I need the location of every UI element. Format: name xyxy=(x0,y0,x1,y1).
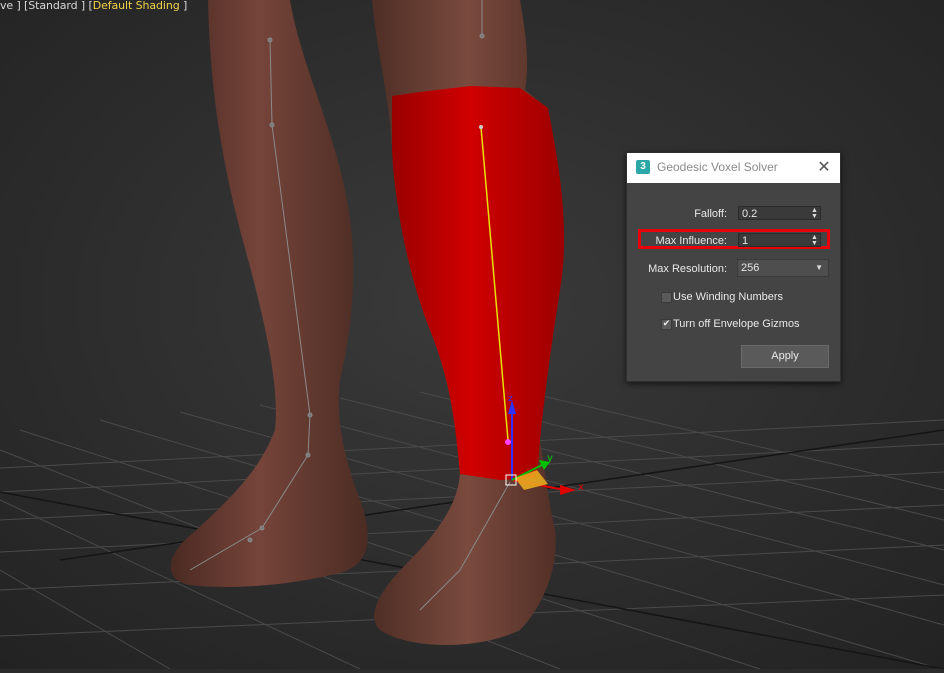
max-resolution-value: 256 xyxy=(741,262,760,274)
dialog-title: Geodesic Voxel Solver xyxy=(657,160,778,174)
gizmo-x-label: x xyxy=(578,482,584,493)
use-winding-numbers-checkbox[interactable] xyxy=(661,292,672,303)
falloff-value[interactable]: 0.2 xyxy=(742,208,757,220)
max-resolution-label: Max Resolution: xyxy=(648,263,727,275)
close-icon[interactable]: ✕ xyxy=(816,159,832,175)
viewport-renderer-menu[interactable]: Standard xyxy=(28,0,77,12)
viewport-label: ve ] [Standard ] [Default Shading ] xyxy=(0,0,187,14)
viewport-menu-prefix[interactable]: ve ] [ xyxy=(0,0,28,12)
turn-off-envelope-gizmos-label[interactable]: Turn off Envelope Gizmos xyxy=(673,318,800,330)
apply-button[interactable]: Apply xyxy=(741,345,829,368)
spinner-arrows-icon[interactable]: ▲ ▼ xyxy=(811,234,818,247)
max-influence-label: Max Influence: xyxy=(655,235,727,247)
falloff-spinner[interactable]: 0.2 ▲ ▼ xyxy=(738,206,821,220)
max-influence-value[interactable]: 1 xyxy=(742,235,748,247)
max-influence-spinner[interactable]: 1 ▲ ▼ xyxy=(738,233,821,247)
spinner-arrows-icon[interactable]: ▲ ▼ xyxy=(811,207,818,220)
geodesic-voxel-solver-dialog: 3 Geodesic Voxel Solver ✕ Falloff: 0.2 ▲… xyxy=(626,152,841,382)
dialog-titlebar[interactable]: 3 Geodesic Voxel Solver ✕ xyxy=(627,153,840,183)
gizmo-z-label: z xyxy=(508,394,513,404)
max-resolution-dropdown[interactable]: 256 ▼ xyxy=(737,259,829,277)
falloff-label: Falloff: xyxy=(694,208,727,220)
viewport-label-separator: ] [ xyxy=(77,0,93,12)
chevron-down-icon: ▼ xyxy=(815,263,823,272)
use-winding-numbers-label[interactable]: Use Winding Numbers xyxy=(673,291,783,303)
viewport-shading-menu[interactable]: Default Shading xyxy=(93,0,180,12)
turn-off-envelope-gizmos-checkbox[interactable]: ✔ xyxy=(661,319,672,330)
gizmo-y-label: y xyxy=(547,453,553,464)
viewport-label-suffix: ] xyxy=(179,0,188,12)
app-3ds-icon: 3 xyxy=(636,160,650,174)
